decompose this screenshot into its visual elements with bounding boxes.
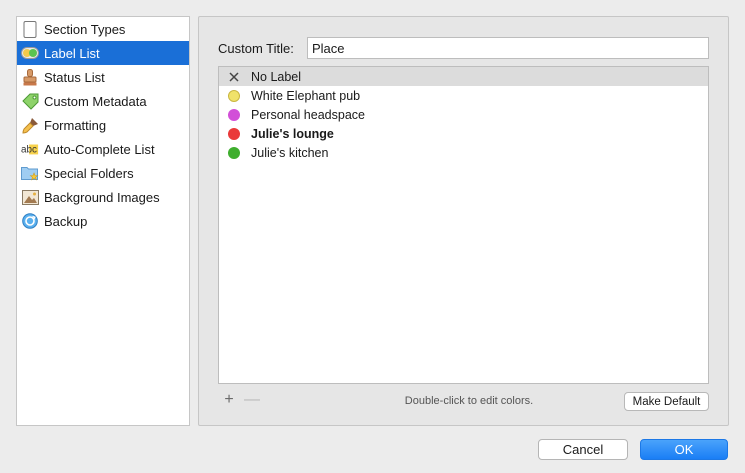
list-item[interactable]: Julie's lounge	[219, 124, 708, 143]
backup-icon	[21, 212, 39, 230]
sidebar: Section Types Label List Status List Cus…	[16, 16, 190, 426]
sidebar-item-auto-complete-list[interactable]: abc Auto-Complete List	[17, 137, 189, 161]
folder-star-icon	[21, 164, 39, 182]
sidebar-item-status-list[interactable]: Status List	[17, 65, 189, 89]
tag-icon	[21, 92, 39, 110]
color-dot	[227, 146, 240, 159]
sidebar-item-backup[interactable]: Backup	[17, 209, 189, 233]
sidebar-item-label: Formatting	[44, 117, 107, 133]
sidebar-item-formatting[interactable]: Formatting	[17, 113, 189, 137]
add-label-button[interactable]: +	[221, 392, 237, 408]
label-name: Julie's lounge	[251, 126, 334, 141]
sidebar-item-label: Section Types	[44, 21, 126, 37]
sidebar-item-custom-metadata[interactable]: Custom Metadata	[17, 89, 189, 113]
color-dot	[227, 89, 240, 102]
remove-label-button[interactable]: —	[244, 392, 260, 408]
label-name: Julie's kitchen	[251, 145, 329, 160]
sidebar-item-special-folders[interactable]: Special Folders	[17, 161, 189, 185]
list-item[interactable]: White Elephant pub	[219, 86, 708, 105]
label-name: No Label	[251, 69, 302, 84]
custom-title-label: Custom Title:	[218, 41, 294, 56]
custom-title-input[interactable]	[307, 37, 709, 59]
label-name: Personal headspace	[251, 107, 365, 122]
label-name: White Elephant pub	[251, 88, 361, 103]
color-dot	[227, 127, 240, 140]
svg-text:abc: abc	[21, 145, 37, 156]
sidebar-item-label: Custom Metadata	[44, 93, 147, 109]
sidebar-item-label: Status List	[44, 69, 105, 85]
edit-colors-hint: Double-click to edit colors.	[404, 395, 534, 407]
sidebar-item-label-list[interactable]: Label List	[17, 41, 189, 65]
color-dot	[227, 108, 240, 121]
list-item[interactable]: Personal headspace	[219, 105, 708, 124]
sidebar-item-background-images[interactable]: Background Images	[17, 185, 189, 209]
make-default-button[interactable]: Make Default	[624, 392, 709, 411]
picture-icon	[21, 188, 39, 206]
sidebar-item-label: Label List	[44, 45, 100, 61]
label-list-panel: Custom Title: No Label White Elephant pu…	[198, 16, 729, 426]
sidebar-item-section-types[interactable]: Section Types	[17, 17, 189, 41]
label-toggle-icon	[21, 44, 39, 62]
document-icon	[21, 20, 39, 38]
label-list[interactable]: No Label White Elephant pub Personal hea…	[218, 66, 709, 384]
ok-button[interactable]: OK	[640, 439, 728, 460]
sidebar-item-label: Auto-Complete List	[44, 141, 155, 157]
cancel-button[interactable]: Cancel	[538, 439, 628, 460]
abc-icon: abc	[21, 140, 39, 158]
list-item[interactable]: No Label	[219, 67, 708, 86]
stamp-icon	[21, 68, 39, 86]
list-item[interactable]: Julie's kitchen	[219, 143, 708, 162]
sidebar-item-label: Background Images	[44, 189, 160, 205]
sidebar-item-label: Backup	[44, 213, 88, 229]
sidebar-item-label: Special Folders	[44, 165, 134, 181]
brush-icon	[21, 116, 39, 134]
close-icon	[227, 70, 240, 83]
